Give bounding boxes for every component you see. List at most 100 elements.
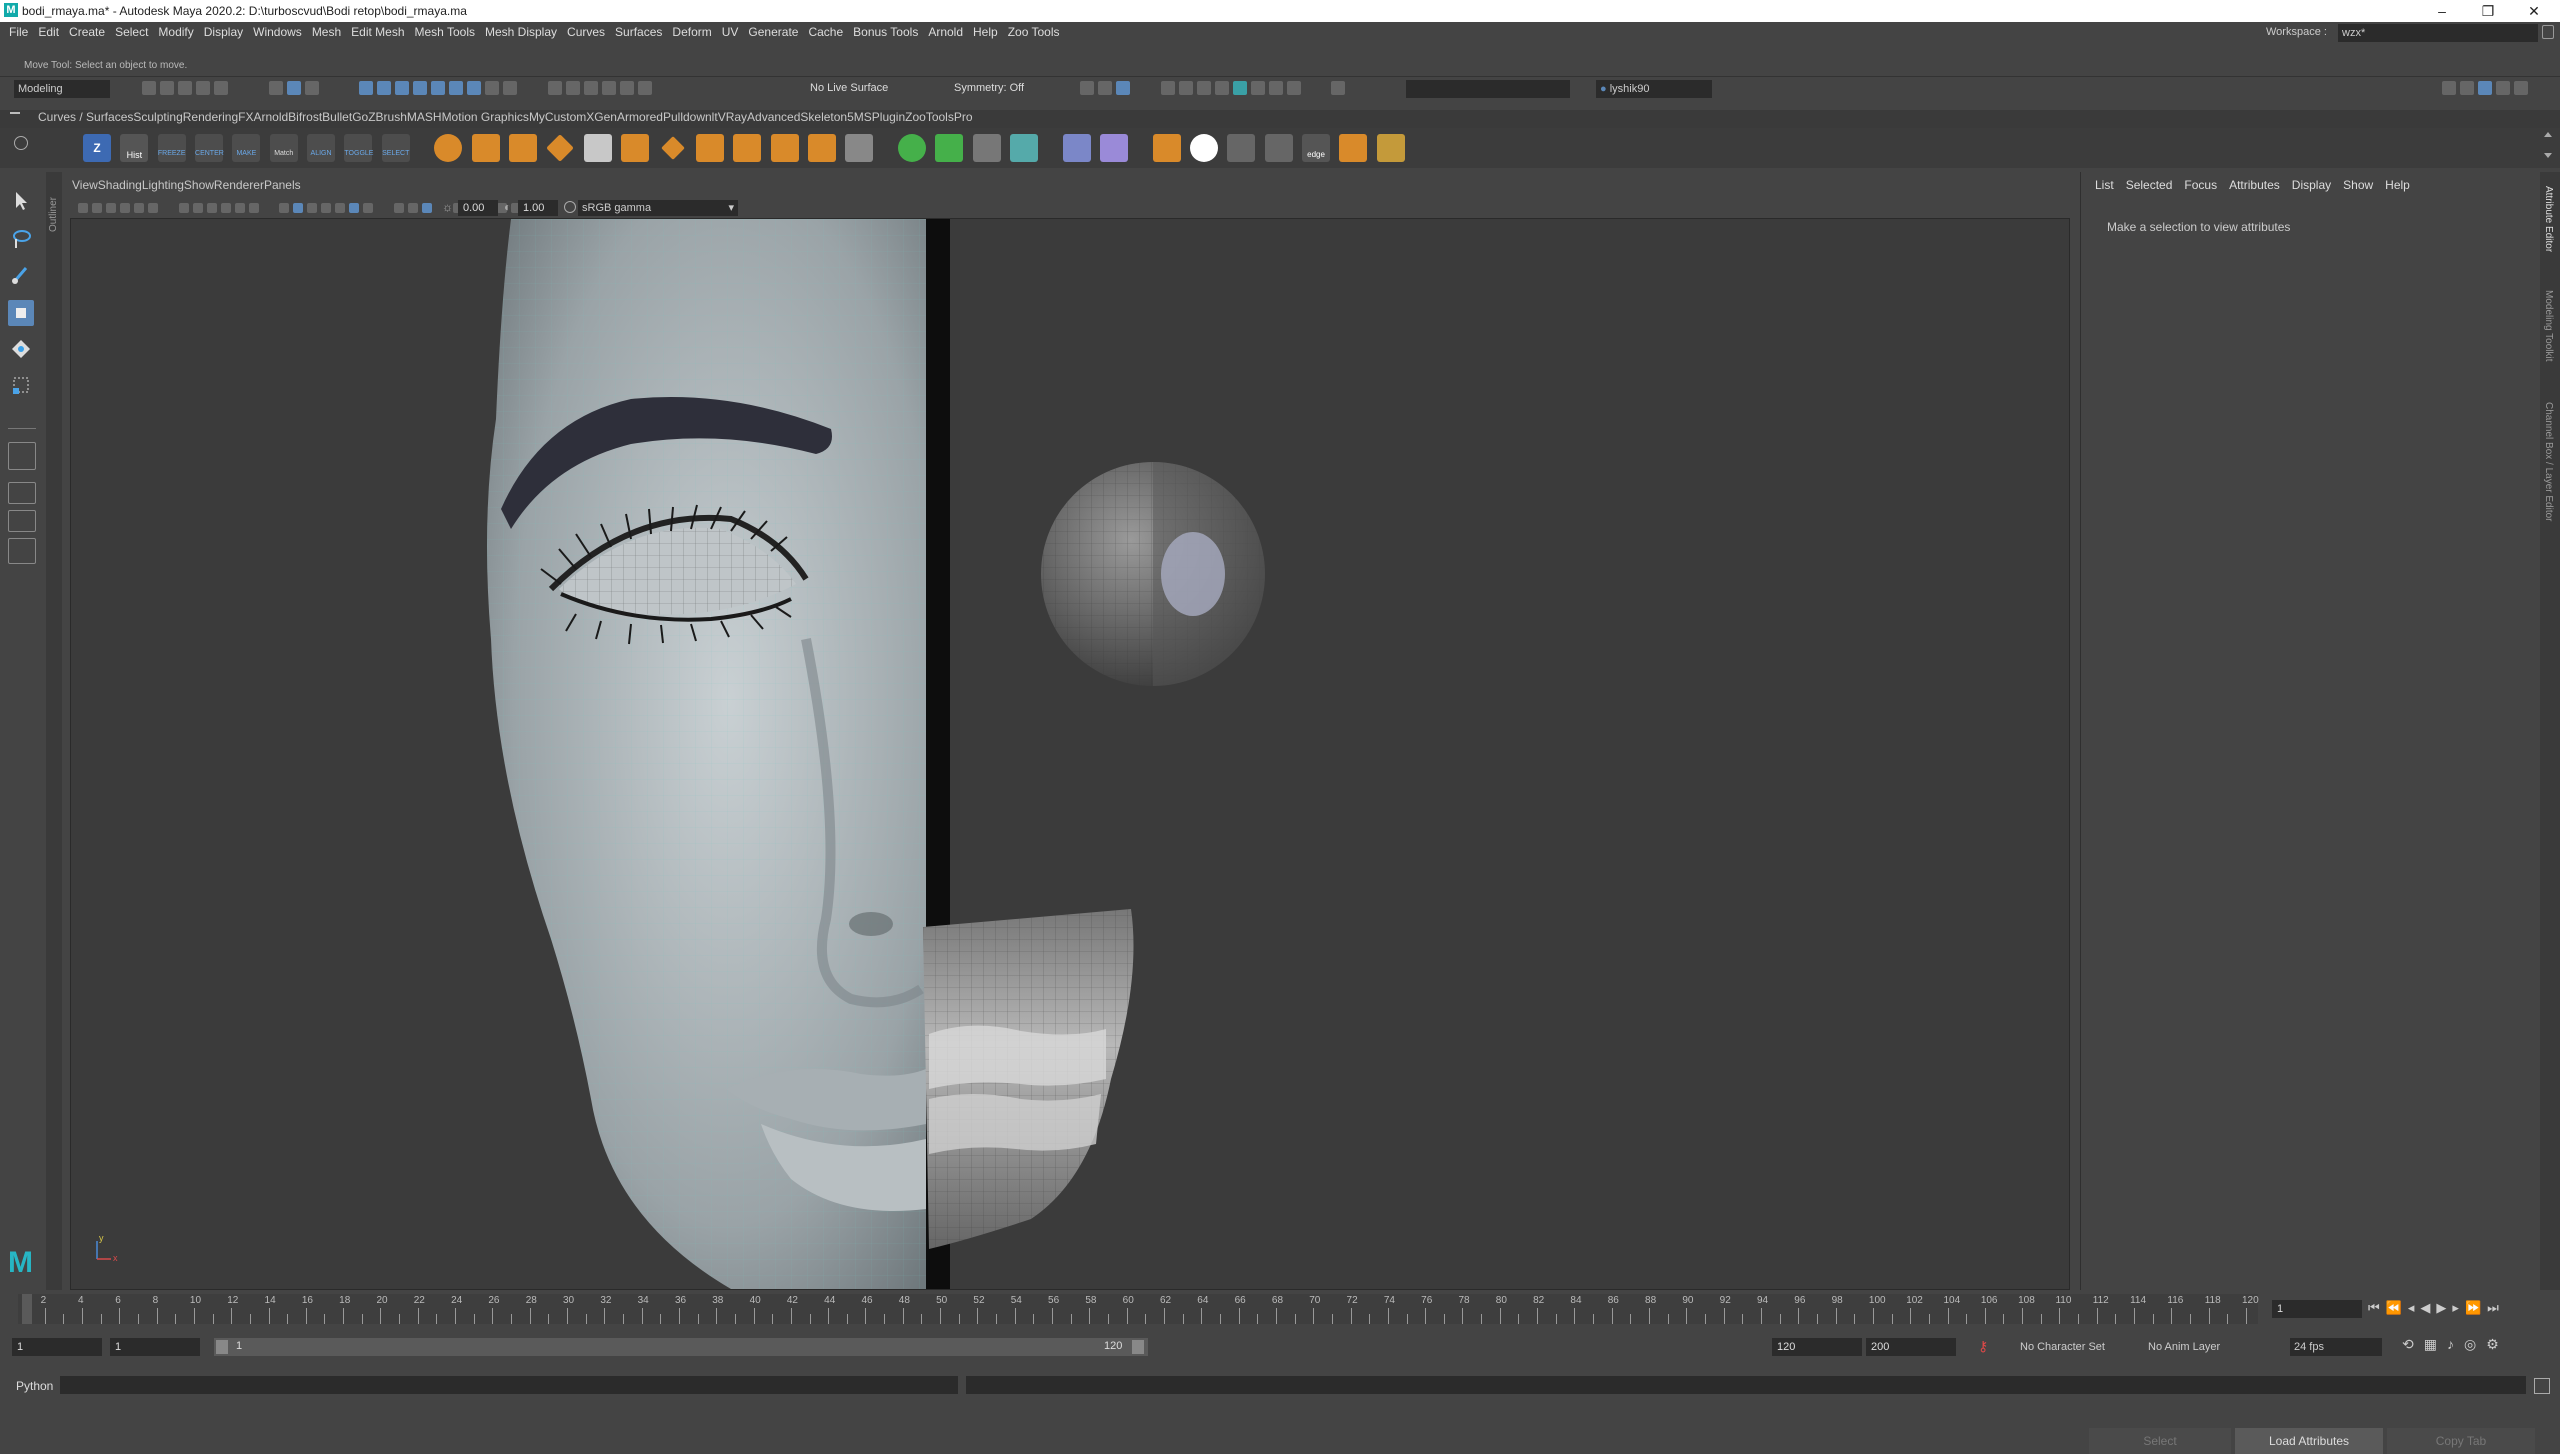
playback-speed-icon[interactable]: ◎ <box>2464 1336 2486 1352</box>
ae-menu-attributes[interactable]: Attributes <box>2223 172 2286 198</box>
shelf-tab-mash[interactable]: MASH <box>407 110 442 124</box>
snap-grid-icon[interactable] <box>548 81 563 95</box>
maximize-button[interactable]: ❐ <box>2466 0 2510 22</box>
diamond-orange-icon[interactable] <box>660 136 685 160</box>
vray-render-icon[interactable] <box>1268 81 1283 95</box>
shelf-tab-arnold[interactable]: Arnold <box>253 110 288 124</box>
select-shelf-button[interactable]: SELECT <box>381 134 410 162</box>
hex-icon[interactable] <box>1190 134 1218 162</box>
keys-icon[interactable]: ▦ <box>2424 1336 2447 1352</box>
range-end-handle[interactable] <box>1132 1340 1144 1354</box>
lattice-icon[interactable] <box>1062 134 1091 162</box>
edge-shelf-button[interactable]: edge <box>1302 134 1331 162</box>
sidebar-toggle-icon[interactable] <box>1331 81 1346 95</box>
time-slider[interactable]: 1246810121416182022242628303234363840424… <box>0 1290 2560 1328</box>
snap-projected-icon[interactable] <box>602 81 617 95</box>
snap-point-icon[interactable] <box>584 81 599 95</box>
uv-grid-icon[interactable] <box>972 134 1001 162</box>
select-by-dynamic-icon[interactable] <box>449 81 464 95</box>
single-pane-layout-icon[interactable] <box>8 442 36 470</box>
loop-icon[interactable]: ⟲ <box>2402 1336 2424 1352</box>
command-input[interactable] <box>60 1376 958 1394</box>
menu-display[interactable]: Display <box>199 22 248 39</box>
grease-pencil-icon[interactable] <box>148 203 158 213</box>
viewport-menu-shading[interactable]: Shading <box>98 178 142 192</box>
shelf-tab-armored[interactable]: Armored <box>617 110 663 124</box>
step-forward-frame-icon[interactable]: ▸ <box>2452 1300 2465 1315</box>
layer-editor-icon[interactable] <box>2514 81 2528 95</box>
paint-select-tool-icon[interactable] <box>8 262 34 288</box>
live-surface-label[interactable]: No Live Surface <box>810 82 888 94</box>
range-slider-bar[interactable]: 1 120 <box>214 1338 1148 1356</box>
playback-start-field[interactable]: 1 <box>110 1338 200 1356</box>
range-start-handle[interactable] <box>216 1340 228 1354</box>
image-plane-icon[interactable] <box>120 203 130 213</box>
new-scene-icon[interactable] <box>142 81 156 95</box>
sphere-orange-icon[interactable] <box>434 134 463 162</box>
shelf-tab-xgen[interactable]: XGen <box>586 110 617 124</box>
undo-icon[interactable] <box>196 81 210 95</box>
shelf-tab-sculpting[interactable]: Sculpting <box>133 110 182 124</box>
bevel-icon[interactable] <box>845 134 874 162</box>
ae-menu-display[interactable]: Display <box>2286 172 2337 198</box>
scale-tool-icon[interactable] <box>8 372 34 398</box>
menu-modify[interactable]: Modify <box>153 22 198 39</box>
ae-menu-list[interactable]: List <box>2089 172 2120 198</box>
preferences-icon[interactable]: ⚙ <box>2486 1336 2509 1352</box>
snap-live-icon[interactable] <box>638 81 653 95</box>
channel-box-tab[interactable]: Channel Box / Layer Editor <box>2543 402 2554 522</box>
user-account-dropdown[interactable]: ● lyshik90 <box>1596 80 1712 98</box>
menu-help[interactable]: Help <box>968 22 1003 39</box>
shelf-tab-msplugin[interactable]: MSPlugin <box>854 110 905 124</box>
highlight-selection-icon[interactable] <box>503 81 518 95</box>
step-back-frame-icon[interactable]: ◂ <box>2408 1300 2421 1315</box>
render-view-icon[interactable] <box>1160 81 1175 95</box>
film-gate-icon[interactable] <box>192 203 203 213</box>
auto-key-icon[interactable]: ⚷ <box>1978 1338 1992 1354</box>
ae-menu-help[interactable]: Help <box>2379 172 2416 198</box>
grid-icon[interactable] <box>178 203 189 213</box>
teeth-mesh[interactable] <box>923 909 1134 1249</box>
input-ops-icon[interactable] <box>1080 81 1094 95</box>
paint-icon[interactable] <box>1376 134 1405 162</box>
lock-selection-icon[interactable] <box>485 81 500 95</box>
quad-draw-icon[interactable] <box>1009 134 1038 162</box>
viewport-menu-show[interactable]: Show <box>184 178 214 192</box>
menu-uv[interactable]: UV <box>717 22 744 39</box>
move-tool-icon[interactable] <box>8 300 34 326</box>
render-current-icon[interactable] <box>1178 81 1193 95</box>
load-attributes-button[interactable]: Load Attributes <box>2235 1428 2383 1454</box>
step-forward-key-icon[interactable]: ⏩ <box>2465 1300 2487 1315</box>
cone-orange-icon[interactable] <box>546 134 575 162</box>
lasso-tool-icon[interactable] <box>8 226 34 252</box>
outliner-layout-icon[interactable] <box>8 538 36 564</box>
gamma-field[interactable]: 1.00 <box>518 200 558 216</box>
history-shelf-button[interactable]: Hist <box>120 134 149 162</box>
step-back-key-icon[interactable]: ⏪ <box>2386 1300 2408 1315</box>
resolution-gate-icon[interactable] <box>206 203 217 213</box>
menu-windows[interactable]: Windows <box>248 22 307 39</box>
combine-icon[interactable] <box>583 134 612 162</box>
close-button[interactable]: ✕ <box>2512 0 2556 22</box>
make-shelf-button[interactable]: MAKE <box>232 134 261 162</box>
lights-icon[interactable] <box>335 203 346 213</box>
menu-select[interactable]: Select <box>110 22 153 39</box>
go-to-start-icon[interactable]: ⏮ <box>2368 1300 2386 1315</box>
shelf-tab-gozbrush[interactable]: GoZBrush <box>352 110 407 124</box>
current-frame-field[interactable]: 1 <box>2272 1300 2362 1318</box>
arnold-render-icon[interactable] <box>1250 81 1265 95</box>
wireframe-on-shaded-icon[interactable] <box>307 203 318 213</box>
menu-arnold[interactable]: Arnold <box>923 22 968 39</box>
depth-of-field-icon[interactable] <box>422 203 433 213</box>
gate-mask-icon[interactable] <box>220 203 231 213</box>
toggle-shelf-button[interactable]: TOGGLE <box>344 134 373 162</box>
menu-mesh-tools[interactable]: Mesh Tools <box>410 22 480 39</box>
select-by-curve-icon[interactable] <box>395 81 410 95</box>
snap-view-plane-icon[interactable] <box>620 81 635 95</box>
shelf-tab-vray[interactable]: VRay <box>718 110 747 124</box>
go-to-end-icon[interactable]: ⏭ <box>2487 1300 2505 1315</box>
mode-dropdown[interactable]: Modeling <box>14 80 110 98</box>
viewport-menu-view[interactable]: View <box>72 178 98 192</box>
viewport-menu-renderer[interactable]: Renderer <box>214 178 264 192</box>
render-settings-icon[interactable] <box>1214 81 1229 95</box>
